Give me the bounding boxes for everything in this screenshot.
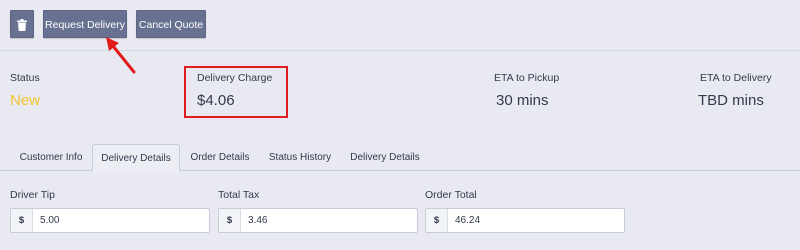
- cancel-quote-button[interactable]: Cancel Quote: [136, 10, 206, 38]
- annotation-arrow-icon: [106, 37, 136, 74]
- tab-status-history[interactable]: Status History: [262, 144, 338, 171]
- detail-tabs: Customer Info Delivery Details Order Det…: [0, 144, 800, 172]
- total-tax-field: $: [218, 208, 418, 233]
- order-total-label: Order Total: [425, 189, 477, 201]
- driver-tip-input[interactable]: [40, 209, 200, 232]
- tab-customer-info[interactable]: Customer Info: [12, 144, 90, 171]
- eta-delivery-label: ETA to Delivery: [700, 72, 772, 84]
- status-label: Status: [10, 72, 40, 84]
- tab-delivery-details-2[interactable]: Delivery Details: [344, 144, 426, 171]
- eta-pickup-value: 30 mins: [496, 92, 549, 109]
- dollar-prefix: $: [11, 209, 33, 232]
- driver-tip-label: Driver Tip: [10, 189, 55, 201]
- annotation-highlight-box: [184, 66, 288, 118]
- dollar-prefix: $: [219, 209, 241, 232]
- order-total-input[interactable]: [455, 209, 615, 232]
- total-tax-label: Total Tax: [218, 189, 260, 201]
- dollar-prefix: $: [426, 209, 448, 232]
- driver-tip-field: $: [10, 208, 210, 233]
- eta-pickup-label: ETA to Pickup: [494, 72, 560, 84]
- total-tax-input[interactable]: [248, 209, 408, 232]
- tab-order-details[interactable]: Order Details: [184, 144, 256, 171]
- trash-icon: [17, 19, 27, 31]
- order-total-field: $: [425, 208, 625, 233]
- delete-button[interactable]: [10, 10, 34, 38]
- status-value: New: [10, 92, 41, 109]
- eta-delivery-value: TBD mins: [698, 92, 764, 109]
- tab-delivery-details[interactable]: Delivery Details: [92, 144, 180, 172]
